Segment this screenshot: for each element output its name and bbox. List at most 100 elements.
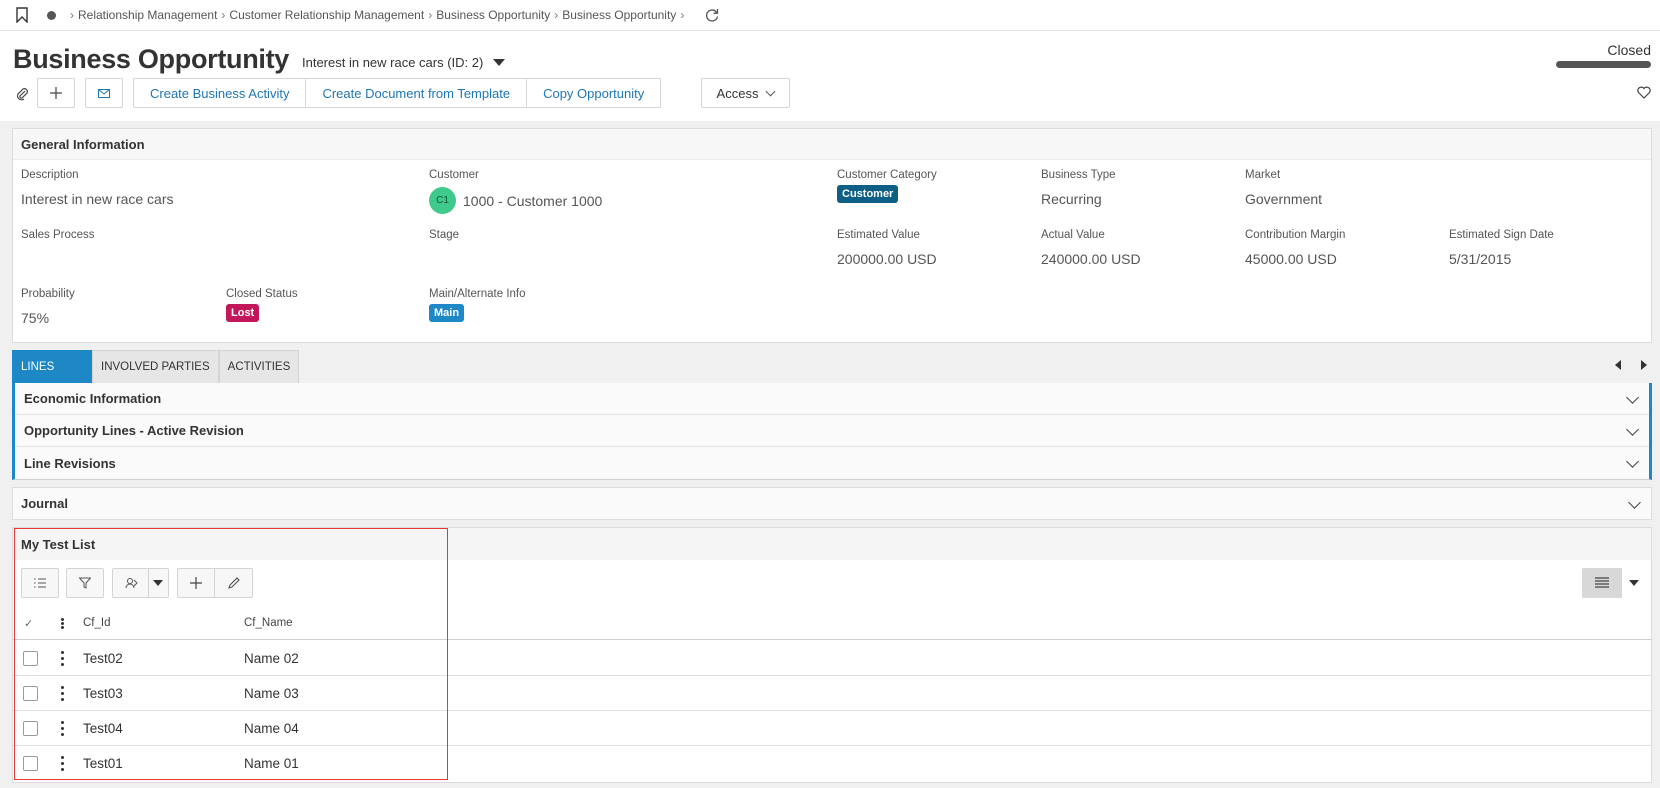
heart-icon[interactable] — [1637, 86, 1651, 99]
create-document-button[interactable]: Create Document from Template — [306, 79, 528, 107]
sales-process-field: Sales Process — [21, 229, 95, 241]
record-selector-label: Interest in new race cars (ID: 2) — [302, 55, 484, 70]
row-checkbox[interactable] — [23, 720, 38, 736]
market-field: Market Government — [1245, 169, 1322, 207]
stage-label: Stage — [429, 229, 460, 241]
tab-scroll-right-icon[interactable] — [1641, 360, 1647, 370]
action-button-group: Create Business Activity Create Document… — [133, 78, 662, 108]
row-menu-icon[interactable] — [60, 685, 64, 701]
actual-value-field: Actual Value 240000.00 USD — [1041, 229, 1141, 267]
chevron-down-icon — [766, 86, 776, 96]
chevron-down-icon — [1626, 455, 1639, 468]
record-selector[interactable]: Interest in new race cars (ID: 2) — [302, 55, 506, 70]
access-dropdown[interactable]: Access — [701, 78, 790, 108]
market-label: Market — [1245, 169, 1281, 181]
tab-navigation — [1615, 360, 1652, 370]
row-checkbox[interactable] — [23, 685, 38, 701]
cell-cf-id: Test02 — [83, 650, 123, 666]
line-revisions-section[interactable]: Line Revisions — [15, 447, 1649, 479]
filter-button[interactable] — [66, 568, 104, 598]
breadcrumb-separator: › — [680, 8, 685, 22]
home-dot-icon[interactable] — [47, 10, 56, 20]
estimated-value-label: Estimated Value — [837, 229, 920, 241]
tab-bar: LINES INVOLVED PARTIES ACTIVITIES — [12, 350, 1652, 383]
journal-section[interactable]: Journal — [13, 488, 1651, 519]
customer-value[interactable]: 1000 - Customer 1000 — [463, 193, 602, 209]
breadcrumb-separator: › — [554, 8, 559, 22]
my-test-list-panel: My Test List ✓ Cf_Id Cf_Name Test02 Name… — [12, 527, 1652, 783]
create-business-activity-button[interactable]: Create Business Activity — [134, 79, 307, 107]
paperclip-icon[interactable] — [15, 87, 29, 101]
main-alternate-field: Main/Alternate Info Main — [429, 288, 526, 322]
closed-status-badge: Lost — [226, 304, 260, 322]
market-value: Government — [1245, 191, 1323, 207]
actual-value: 240000.00 USD — [1041, 251, 1141, 267]
column-header-cf-id[interactable]: Cf_Id — [83, 617, 111, 629]
estimated-sign-date-label: Estimated Sign Date — [1449, 229, 1554, 241]
chevron-down-icon — [1626, 391, 1639, 404]
economic-information-section[interactable]: Economic Information — [15, 383, 1649, 415]
tab-involved-parties[interactable]: INVOLVED PARTIES — [92, 350, 219, 383]
customer-label: Customer — [429, 169, 479, 181]
edit-row-button[interactable] — [215, 577, 252, 589]
tab-activities[interactable]: ACTIVITIES — [218, 350, 300, 383]
row-checkbox[interactable] — [23, 650, 38, 666]
opportunity-lines-title: Opportunity Lines - Active Revision — [24, 423, 244, 438]
breadcrumb: › Relationship Management › Customer Rel… — [66, 8, 688, 22]
column-options-icon[interactable] — [60, 617, 64, 629]
column-header-cf-name[interactable]: Cf_Name — [244, 617, 293, 629]
tab-scroll-left-icon[interactable] — [1615, 360, 1621, 370]
cell-cf-name: Name 02 — [244, 650, 299, 666]
bookmark-icon[interactable] — [15, 7, 29, 23]
add-edit-button-group — [177, 568, 253, 598]
breadcrumb-separator: › — [221, 8, 226, 22]
opportunity-lines-section[interactable]: Opportunity Lines - Active Revision — [15, 415, 1649, 447]
row-menu-icon[interactable] — [60, 650, 64, 666]
row-checkbox[interactable] — [23, 756, 38, 771]
refresh-icon[interactable] — [704, 7, 720, 23]
breadcrumb-separator: › — [428, 8, 433, 22]
description-value: Interest in new race cars — [21, 191, 174, 207]
access-label: Access — [716, 85, 759, 101]
view-switcher — [1582, 568, 1646, 598]
list-details-button[interactable] — [21, 568, 59, 598]
add-button[interactable] — [37, 78, 75, 108]
breadcrumb-item-business-opportunity[interactable]: Business Opportunity — [436, 8, 550, 22]
row-menu-icon[interactable] — [60, 720, 64, 736]
add-row-button[interactable] — [178, 569, 216, 597]
mail-icon — [98, 88, 110, 98]
group-split-divider — [148, 569, 149, 597]
breadcrumb-item-crm[interactable]: Customer Relationship Management — [229, 8, 424, 22]
description-field: Description Interest in new race cars — [21, 169, 174, 207]
business-type-field: Business Type Recurring — [1041, 169, 1116, 207]
table-row[interactable]: Test01 Name 01 — [13, 746, 1651, 781]
select-all-icon[interactable]: ✓ — [24, 617, 33, 630]
plus-icon — [50, 87, 62, 99]
journal-title: Journal — [21, 496, 68, 511]
sales-process-label: Sales Process — [21, 229, 95, 241]
email-button[interactable] — [85, 78, 123, 108]
caret-down-icon[interactable] — [493, 59, 506, 66]
group-button[interactable] — [112, 568, 169, 598]
breadcrumb-item-relationship-management[interactable]: Relationship Management — [78, 8, 217, 22]
general-information-title: General Information — [13, 129, 1651, 160]
table-row[interactable]: Test03 Name 03 — [13, 676, 1651, 711]
row-menu-icon[interactable] — [60, 756, 64, 771]
stage-field: Stage — [429, 229, 459, 241]
table-row[interactable]: Test02 Name 02 — [13, 641, 1651, 676]
caret-down-icon[interactable] — [153, 580, 163, 586]
journal-panel: Journal — [12, 487, 1652, 520]
tab-lines[interactable]: LINES — [12, 350, 92, 383]
breadcrumb-separator: › — [70, 8, 74, 22]
contribution-margin-label: Contribution Margin — [1245, 229, 1346, 241]
closed-status-label: Closed Status — [226, 288, 298, 300]
breadcrumb-item-business-opportunity-current[interactable]: Business Opportunity — [562, 8, 676, 22]
status-progress-bar — [1556, 61, 1651, 68]
copy-opportunity-button[interactable]: Copy Opportunity — [527, 79, 660, 107]
table-view-button[interactable] — [1582, 568, 1622, 598]
top-bar: › Relationship Management › Customer Rel… — [0, 0, 1660, 31]
table-row[interactable]: Test04 Name 04 — [13, 711, 1651, 746]
customer-category-badge: Customer — [837, 185, 899, 203]
view-options-dropdown[interactable] — [1622, 568, 1646, 598]
line-revisions-title: Line Revisions — [24, 455, 116, 471]
